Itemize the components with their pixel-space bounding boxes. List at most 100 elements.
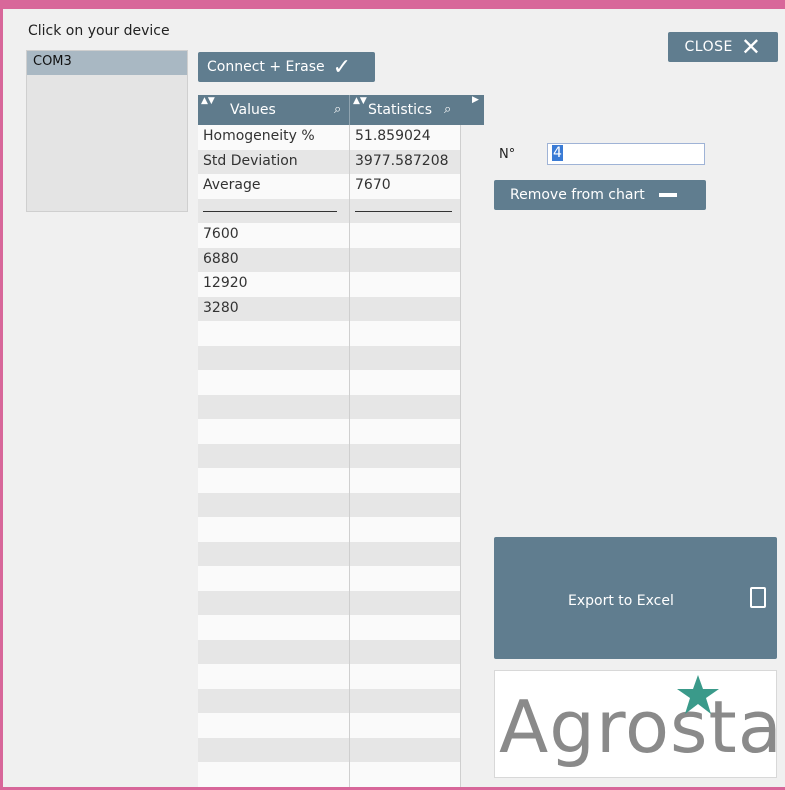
- cell-values: [198, 394, 350, 419]
- cell-statistics: [350, 346, 460, 371]
- cell-statistics: [350, 395, 460, 420]
- table-row[interactable]: [198, 198, 460, 224]
- cell-values: [198, 664, 350, 689]
- cell-values: 12920: [198, 272, 350, 297]
- table-row[interactable]: [198, 737, 460, 763]
- cell-statistics: [350, 321, 460, 346]
- cell-values: [198, 615, 350, 640]
- table-row[interactable]: [198, 615, 460, 640]
- cell-statistics: [350, 297, 460, 322]
- cell-values: [198, 590, 350, 615]
- cell-statistics: 7670: [355, 177, 391, 193]
- scroll-right-icon[interactable]: ▶: [472, 95, 479, 105]
- table-row[interactable]: [198, 419, 460, 444]
- cell-values: 3280: [198, 296, 350, 321]
- sort-icon[interactable]: ▲▼: [201, 95, 215, 116]
- column-header-values[interactable]: ▲▼ Values ⌕: [198, 95, 350, 125]
- cell-statistics: 3977.587208: [355, 152, 449, 169]
- table-row[interactable]: [198, 345, 460, 371]
- cell-statistics: [350, 566, 460, 591]
- file-icon: [750, 587, 766, 608]
- cell-statistics: [350, 713, 460, 738]
- table-row[interactable]: Average 7670: [198, 174, 460, 199]
- cell-values: [198, 321, 350, 346]
- table-row[interactable]: 7600: [198, 223, 460, 248]
- separator-line: [355, 210, 452, 212]
- table-body: Homogeneity % 51.859024 Std Deviation 3977.…: [198, 125, 460, 787]
- number-input-value: 4: [552, 145, 563, 161]
- close-button[interactable]: CLOSE ✕: [668, 32, 778, 62]
- table-row[interactable]: [198, 541, 460, 566]
- table-row[interactable]: [198, 468, 460, 493]
- cell-values: [198, 566, 350, 591]
- cell-statistics: [350, 640, 460, 665]
- table-row[interactable]: [198, 762, 460, 787]
- number-label: N°: [499, 147, 516, 162]
- table-row[interactable]: [198, 321, 460, 346]
- cell-values: [198, 492, 350, 517]
- cell-statistics: [350, 248, 460, 273]
- remove-from-chart-label: Remove from chart: [510, 187, 645, 203]
- column-label-values: Values: [230, 102, 276, 118]
- table-row[interactable]: [198, 713, 460, 738]
- table-row[interactable]: 6880: [198, 247, 460, 273]
- table-row[interactable]: [198, 517, 460, 542]
- cell-statistics: [350, 370, 460, 395]
- cell-statistics: [350, 199, 460, 224]
- cell-statistics: [350, 419, 460, 444]
- table-row[interactable]: Homogeneity % 51.859024: [198, 125, 460, 150]
- cell-values: [198, 345, 350, 370]
- export-to-excel-button[interactable]: Export to Excel: [494, 537, 777, 659]
- connect-erase-label: Connect + Erase: [207, 59, 325, 75]
- cell-statistics: [350, 468, 460, 493]
- table-row[interactable]: [198, 394, 460, 420]
- star-icon: [677, 675, 719, 714]
- cell-statistics: [350, 272, 460, 297]
- table-row[interactable]: [198, 492, 460, 518]
- cell-values: 6880: [198, 247, 350, 272]
- cell-values: [198, 762, 350, 787]
- cell-values: [198, 419, 350, 444]
- cell-statistics: [350, 615, 460, 640]
- table-row[interactable]: [198, 639, 460, 665]
- values-table: ▲▼ Values ⌕ ▲▼ Statistics ⌕ ▶ Homogeneit…: [198, 95, 484, 787]
- checkmark-icon: ✓: [332, 54, 352, 80]
- logo-text: Agrosta: [499, 685, 783, 769]
- table-row[interactable]: 3280: [198, 296, 460, 322]
- minus-icon: [658, 193, 677, 197]
- cell-values: [198, 541, 350, 566]
- connect-erase-button[interactable]: Connect + Erase ✓: [198, 52, 375, 82]
- sort-icon[interactable]: ▲▼: [353, 95, 367, 116]
- table-filler-column: [460, 125, 484, 787]
- table-row[interactable]: [198, 590, 460, 616]
- table-row[interactable]: [198, 566, 460, 591]
- cell-statistics: [350, 493, 460, 518]
- table-row[interactable]: [198, 664, 460, 689]
- cell-statistics: [350, 664, 460, 689]
- column-header-statistics[interactable]: ▲▼ Statistics ⌕: [350, 95, 460, 125]
- cell-statistics: [350, 689, 460, 714]
- table-row[interactable]: Std Deviation 3977.587208: [198, 149, 460, 174]
- search-icon[interactable]: ⌕: [334, 95, 341, 125]
- separator-line: [203, 210, 338, 212]
- cell-statistics: 51.859024: [355, 128, 431, 144]
- cell-statistics: [350, 591, 460, 616]
- cell-values: [198, 468, 350, 493]
- table-row[interactable]: [198, 370, 460, 395]
- table-row[interactable]: [198, 688, 460, 714]
- search-icon[interactable]: ⌕: [444, 95, 451, 125]
- cell-values: Homogeneity %: [198, 125, 350, 150]
- cell-statistics: [350, 738, 460, 763]
- cell-values: [198, 443, 350, 468]
- cell-values: [198, 737, 350, 762]
- number-input[interactable]: 4: [547, 143, 705, 165]
- cell-values: [198, 688, 350, 713]
- remove-from-chart-button[interactable]: Remove from chart: [494, 180, 706, 210]
- export-to-excel-label: Export to Excel: [568, 593, 674, 609]
- device-item-com3[interactable]: COM3: [27, 51, 187, 75]
- device-list[interactable]: COM3: [26, 50, 188, 212]
- table-row[interactable]: [198, 443, 460, 468]
- table-row[interactable]: 12920: [198, 272, 460, 297]
- cell-values: [198, 198, 350, 223]
- column-label-statistics: Statistics: [368, 102, 432, 118]
